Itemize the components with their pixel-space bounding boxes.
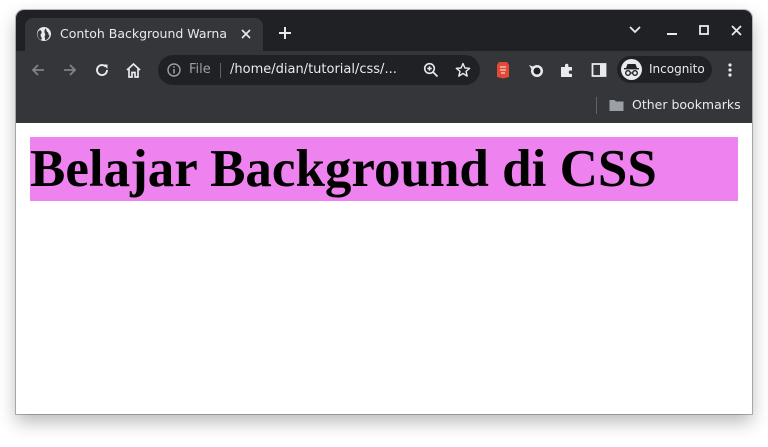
close-icon[interactable] <box>728 22 744 38</box>
zoom-icon[interactable] <box>422 61 440 79</box>
plus-icon[interactable] <box>277 25 293 41</box>
star-icon[interactable] <box>454 61 472 79</box>
folder-icon <box>609 100 624 111</box>
other-bookmarks-button[interactable]: Other bookmarks <box>632 97 741 112</box>
browser-window: Contoh Background Warna File /home/dian/… <box>16 10 752 414</box>
side-panel-icon[interactable] <box>590 61 608 79</box>
url-text[interactable]: /home/dian/tutorial/css/... <box>230 62 410 77</box>
arrow-right-icon[interactable] <box>61 61 79 79</box>
chevron-down-icon[interactable] <box>627 22 643 38</box>
arrow-left-icon[interactable] <box>29 61 47 79</box>
profile-incognito-button[interactable]: Incognito <box>617 56 712 83</box>
omnibox-separator <box>220 63 221 78</box>
minimize-icon[interactable] <box>664 22 680 38</box>
toolbar: File /home/dian/tutorial/css/... Incogni… <box>16 51 752 88</box>
puzzle-icon[interactable] <box>558 61 576 79</box>
page-content: Belajar Background di CSS <box>16 123 752 414</box>
bookmarks-separator <box>596 97 597 114</box>
bookmarks-bar: Other bookmarks <box>16 88 752 123</box>
incognito-icon <box>621 59 642 80</box>
tab-title: Contoh Background Warna <box>60 26 228 41</box>
profile-label: Incognito <box>649 62 705 76</box>
close-tab-icon[interactable] <box>238 26 254 42</box>
info-icon[interactable] <box>167 63 181 77</box>
url-scheme: File <box>189 62 211 77</box>
maximize-icon[interactable] <box>696 22 712 38</box>
bird-extension-icon[interactable] <box>527 61 545 79</box>
tab-active[interactable]: Contoh Background Warna <box>25 18 263 51</box>
reload-icon[interactable] <box>93 61 111 79</box>
globe-icon <box>37 27 51 41</box>
page-heading: Belajar Background di CSS <box>30 137 738 201</box>
red-extension-icon[interactable] <box>494 61 512 79</box>
kebab-menu-icon[interactable] <box>721 61 739 79</box>
omnibox[interactable]: File /home/dian/tutorial/css/... <box>158 55 480 85</box>
tab-strip: Contoh Background Warna <box>16 10 752 51</box>
home-icon[interactable] <box>124 61 142 79</box>
